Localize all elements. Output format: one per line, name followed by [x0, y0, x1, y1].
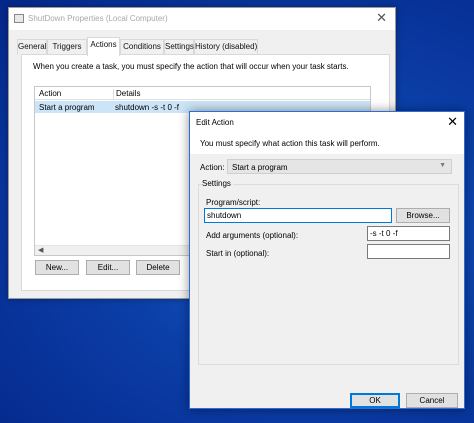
browse-button[interactable]: Browse...: [396, 208, 450, 223]
properties-titlebar[interactable]: ShutDown Properties (Local Computer) ✕: [9, 8, 395, 30]
action-dropdown[interactable]: Start a program ▼: [227, 159, 452, 174]
column-header-details[interactable]: Details: [113, 89, 140, 100]
settings-group-label: Settings: [202, 179, 233, 188]
program-script-input[interactable]: [204, 208, 392, 223]
action-dropdown-value: Start a program: [232, 163, 288, 172]
add-arguments-input[interactable]: [367, 226, 450, 241]
column-header-action[interactable]: Action: [39, 89, 61, 98]
edit-action-dialog: Edit Action ✕ You must specify what acti…: [189, 111, 465, 409]
start-in-input[interactable]: [367, 244, 450, 259]
close-icon[interactable]: ✕: [376, 11, 387, 25]
cancel-button[interactable]: Cancel: [406, 393, 458, 408]
tab-triggers[interactable]: Triggers: [47, 39, 87, 55]
ok-button[interactable]: OK: [350, 393, 400, 408]
tab-conditions[interactable]: Conditions: [120, 39, 164, 55]
tab-general[interactable]: General: [17, 39, 47, 55]
tab-history[interactable]: History (disabled): [194, 39, 258, 55]
dialog-message-area: You must specify what action this task w…: [190, 133, 464, 154]
row-details-cell: shutdown -s -t 0 -f: [115, 103, 180, 112]
add-arguments-label: Add arguments (optional):: [206, 231, 299, 240]
edit-action-button[interactable]: Edit...: [86, 260, 130, 275]
tab-settings[interactable]: Settings: [164, 39, 194, 55]
close-icon[interactable]: ✕: [447, 115, 458, 129]
actions-instruction-text: When you create a task, you must specify…: [33, 62, 349, 71]
chevron-down-icon: ▼: [439, 162, 446, 169]
tab-actions[interactable]: Actions: [87, 37, 120, 56]
program-script-label: Program/script:: [206, 198, 261, 207]
delete-action-button[interactable]: Delete: [136, 260, 180, 275]
properties-window-title: ShutDown Properties (Local Computer): [28, 14, 168, 23]
task-window-icon: [14, 14, 24, 23]
dialog-message: You must specify what action this task w…: [200, 139, 380, 148]
new-action-button[interactable]: New...: [35, 260, 79, 275]
dialog-title: Edit Action: [196, 118, 234, 127]
dialog-titlebar[interactable]: Edit Action ✕: [190, 112, 464, 133]
scroll-left-arrow-icon[interactable]: ◀: [38, 246, 43, 254]
action-label: Action:: [200, 163, 225, 172]
start-in-label: Start in (optional):: [206, 249, 270, 258]
list-header: Action Details: [35, 87, 370, 100]
row-action-cell: Start a program: [39, 103, 95, 112]
